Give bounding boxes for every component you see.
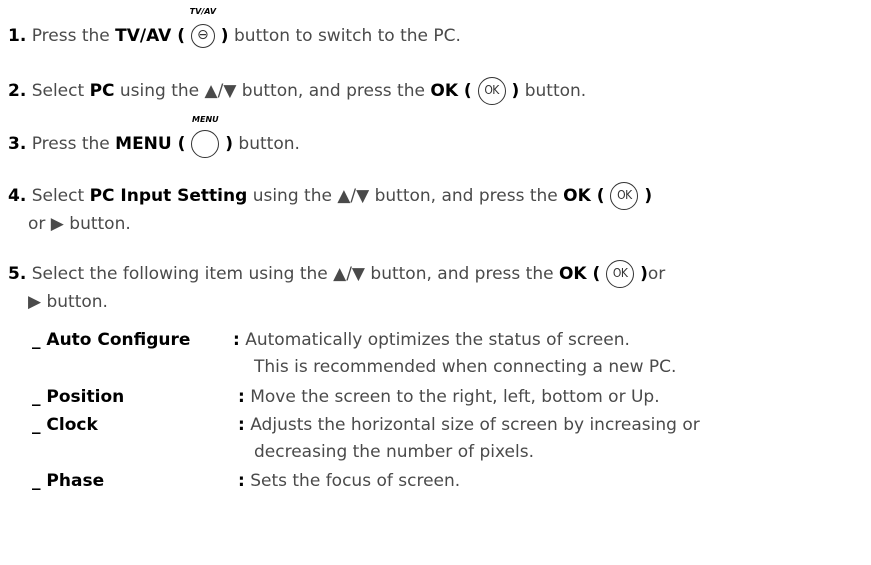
- item-colon: :: [238, 471, 245, 491]
- list-item-desc: : Sets the focus of screen.: [238, 469, 460, 493]
- step-number: 3.: [8, 134, 27, 154]
- ok-button-icon: OK: [477, 77, 506, 105]
- item-name: _ Phase: [32, 471, 105, 491]
- list-item: _ Auto Configure: [32, 328, 190, 352]
- step-2: 2. Select PC using the ▲/▼ button, and p…: [8, 77, 586, 105]
- step-number: 2.: [8, 81, 27, 101]
- list-item-desc-cont: decreasing the number of pixels.: [254, 440, 534, 464]
- button-name-close: ): [219, 134, 234, 154]
- step-text: Select: [31, 81, 90, 101]
- list-item-desc-cont: This is recommended when connecting a ne…: [254, 355, 676, 379]
- list-item-desc: : Move the screen to the right, left, bo…: [238, 385, 660, 409]
- icon-caption: MENU: [192, 115, 219, 124]
- item-colon: :: [238, 387, 245, 407]
- step-text: button to switch to the PC.: [228, 26, 461, 46]
- step-text: or: [647, 264, 666, 284]
- list-item-desc: : Automatically optimizes the status of …: [233, 328, 630, 352]
- step-text: using the ▲/▼ button, and press the: [247, 186, 564, 206]
- option-name: PC Input Setting: [89, 186, 248, 206]
- button-name-close: ): [638, 186, 653, 206]
- option-name: PC: [89, 81, 115, 101]
- menu-button-icon: MENU: [191, 115, 220, 158]
- list-item: _ Clock: [32, 413, 98, 437]
- list-item: _ Position: [32, 385, 124, 409]
- tv-av-button-icon: TV/AV ⊖: [190, 7, 216, 50]
- button-name-close: ): [634, 264, 648, 284]
- step-4: 4. Select PC Input Setting using the ▲/▼…: [8, 182, 652, 238]
- item-name: _ Auto Configure: [32, 330, 191, 350]
- item-desc: Automatically optimizes the status of sc…: [245, 330, 630, 350]
- menu-circle-glyph: [191, 130, 220, 158]
- step-text: button.: [233, 134, 300, 154]
- item-name: _ Clock: [32, 415, 98, 435]
- button-name-close: ): [505, 81, 520, 101]
- step-text: Select: [31, 186, 90, 206]
- ok-button-icon: OK: [610, 182, 639, 210]
- item-colon: :: [233, 330, 240, 350]
- step-text: Press the: [31, 26, 116, 46]
- icon-caption: TV/AV: [189, 7, 217, 16]
- step-text: Select the following item using the ▲/▼ …: [31, 264, 559, 284]
- step-text-continued: ▶ button.: [28, 292, 108, 312]
- step-text: using the ▲/▼ button, and press the: [114, 81, 431, 101]
- step-5: 5. Select the following item using the ▲…: [8, 260, 665, 316]
- button-name: TV/AV (: [115, 26, 191, 46]
- item-desc: Move the screen to the right, left, bott…: [250, 387, 660, 407]
- item-name: _ Position: [32, 387, 125, 407]
- step-text: Press the: [31, 134, 116, 154]
- list-item: _ Phase: [32, 469, 104, 493]
- step-number: 1.: [8, 26, 27, 46]
- item-colon: :: [238, 415, 245, 435]
- button-name: MENU (: [115, 134, 192, 154]
- list-item-desc: : Adjusts the horizontal size of screen …: [238, 413, 700, 437]
- item-desc: Adjusts the horizontal size of screen by…: [250, 415, 700, 435]
- step-number: 5.: [8, 264, 27, 284]
- step-text-continued: or ▶ button.: [28, 214, 131, 234]
- button-name-close: ): [214, 26, 229, 46]
- step-3: 3. Press the MENU ( MENU ) button.: [8, 115, 300, 158]
- input-source-glyph: ⊖: [190, 24, 215, 48]
- step-text: button.: [519, 81, 587, 101]
- item-desc: decreasing the number of pixels.: [254, 442, 534, 462]
- item-desc: This is recommended when connecting a ne…: [254, 357, 677, 377]
- item-desc: Sets the focus of screen.: [250, 471, 461, 491]
- button-name: OK (: [430, 81, 478, 101]
- ok-button-icon: OK: [606, 260, 635, 288]
- step-number: 4.: [8, 186, 27, 206]
- button-name: OK (: [558, 264, 607, 284]
- step-1: 1. Press the TV/AV ( TV/AV ⊖ ) button to …: [8, 7, 461, 50]
- button-name: OK (: [563, 186, 611, 206]
